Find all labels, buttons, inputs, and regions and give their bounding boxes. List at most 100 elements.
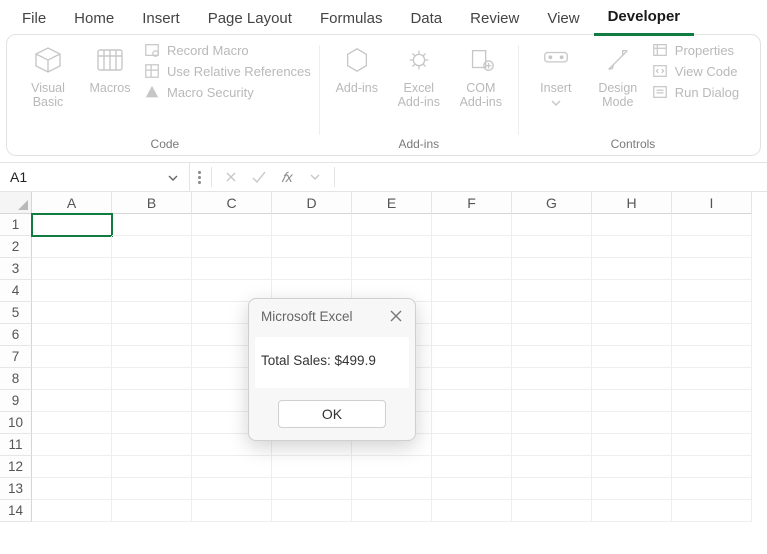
cell[interactable] bbox=[32, 280, 112, 302]
cell[interactable] bbox=[32, 258, 112, 280]
com-addins-button[interactable]: COM Add-ins bbox=[452, 39, 510, 109]
cell[interactable] bbox=[272, 412, 352, 434]
cell[interactable] bbox=[112, 302, 192, 324]
cell[interactable] bbox=[32, 434, 112, 456]
cell[interactable] bbox=[352, 412, 432, 434]
cell[interactable] bbox=[352, 478, 432, 500]
cell[interactable] bbox=[512, 214, 592, 236]
cell[interactable] bbox=[432, 368, 512, 390]
cell[interactable] bbox=[672, 258, 752, 280]
cell[interactable] bbox=[512, 324, 592, 346]
column-header[interactable]: E bbox=[352, 192, 432, 214]
cell[interactable] bbox=[112, 500, 192, 522]
row-header[interactable]: 10 bbox=[0, 412, 32, 434]
cell[interactable] bbox=[32, 324, 112, 346]
cell[interactable] bbox=[32, 214, 112, 236]
cell[interactable] bbox=[32, 390, 112, 412]
row-header[interactable]: 12 bbox=[0, 456, 32, 478]
enter-formula-button[interactable] bbox=[250, 170, 268, 184]
cell[interactable] bbox=[432, 302, 512, 324]
cell[interactable] bbox=[592, 258, 672, 280]
cell[interactable] bbox=[432, 456, 512, 478]
cell[interactable] bbox=[672, 368, 752, 390]
cell[interactable] bbox=[112, 434, 192, 456]
fx-button[interactable]: 𝑓x bbox=[278, 169, 296, 186]
cell[interactable] bbox=[672, 302, 752, 324]
cell[interactable] bbox=[272, 478, 352, 500]
cancel-formula-button[interactable] bbox=[222, 170, 240, 184]
cell[interactable] bbox=[352, 368, 432, 390]
cell[interactable] bbox=[592, 324, 672, 346]
cell[interactable] bbox=[512, 478, 592, 500]
cell[interactable] bbox=[272, 324, 352, 346]
tab-home[interactable]: Home bbox=[60, 4, 128, 35]
cell[interactable] bbox=[432, 346, 512, 368]
cell[interactable] bbox=[672, 478, 752, 500]
cell[interactable] bbox=[32, 478, 112, 500]
cell[interactable] bbox=[112, 478, 192, 500]
cell[interactable] bbox=[592, 500, 672, 522]
cell[interactable] bbox=[672, 214, 752, 236]
cell[interactable] bbox=[672, 412, 752, 434]
cell[interactable] bbox=[32, 236, 112, 258]
tab-insert[interactable]: Insert bbox=[128, 4, 194, 35]
cell[interactable] bbox=[432, 236, 512, 258]
cell[interactable] bbox=[112, 390, 192, 412]
tab-formulas[interactable]: Formulas bbox=[306, 4, 397, 35]
view-code-button[interactable]: View Code bbox=[651, 62, 739, 80]
cell[interactable] bbox=[112, 456, 192, 478]
tab-review[interactable]: Review bbox=[456, 4, 533, 35]
addins-button[interactable]: Add-ins bbox=[328, 39, 386, 95]
cell[interactable] bbox=[112, 280, 192, 302]
tab-developer[interactable]: Developer bbox=[594, 2, 695, 36]
cell[interactable] bbox=[592, 412, 672, 434]
cell[interactable] bbox=[592, 346, 672, 368]
worksheet-grid[interactable]: ABCDEFGHI 1234567891011121314 bbox=[0, 192, 767, 552]
row-header[interactable]: 7 bbox=[0, 346, 32, 368]
tab-file[interactable]: File bbox=[8, 4, 60, 35]
cell[interactable] bbox=[352, 434, 432, 456]
cell[interactable] bbox=[512, 434, 592, 456]
cell[interactable] bbox=[112, 368, 192, 390]
cell[interactable] bbox=[512, 236, 592, 258]
cell[interactable] bbox=[592, 302, 672, 324]
cell[interactable] bbox=[192, 434, 272, 456]
formula-input[interactable] bbox=[343, 163, 767, 191]
cell[interactable] bbox=[512, 456, 592, 478]
cell[interactable] bbox=[272, 214, 352, 236]
cell[interactable] bbox=[672, 236, 752, 258]
insert-control-button[interactable]: Insert bbox=[527, 39, 585, 109]
cell[interactable] bbox=[112, 258, 192, 280]
cell[interactable] bbox=[272, 346, 352, 368]
cell[interactable] bbox=[592, 368, 672, 390]
cell[interactable] bbox=[352, 346, 432, 368]
cell[interactable] bbox=[272, 368, 352, 390]
cell[interactable] bbox=[112, 324, 192, 346]
cell[interactable] bbox=[192, 258, 272, 280]
cell[interactable] bbox=[352, 236, 432, 258]
cell[interactable] bbox=[352, 302, 432, 324]
column-header[interactable]: A bbox=[32, 192, 112, 214]
cell[interactable] bbox=[192, 390, 272, 412]
row-header[interactable]: 2 bbox=[0, 236, 32, 258]
cell[interactable] bbox=[352, 214, 432, 236]
column-header[interactable]: H bbox=[592, 192, 672, 214]
cell[interactable] bbox=[272, 390, 352, 412]
macro-security-button[interactable]: Macro Security bbox=[143, 83, 311, 101]
cell[interactable] bbox=[272, 280, 352, 302]
cell[interactable] bbox=[432, 390, 512, 412]
cell[interactable] bbox=[592, 456, 672, 478]
cell[interactable] bbox=[672, 280, 752, 302]
properties-button[interactable]: Properties bbox=[651, 41, 739, 59]
cell[interactable] bbox=[432, 214, 512, 236]
column-header[interactable]: D bbox=[272, 192, 352, 214]
name-box[interactable]: A1 bbox=[0, 163, 190, 191]
cell[interactable] bbox=[512, 258, 592, 280]
cell[interactable] bbox=[112, 346, 192, 368]
macros-button[interactable]: Macros bbox=[81, 39, 139, 95]
cell[interactable] bbox=[432, 324, 512, 346]
run-dialog-button[interactable]: Run Dialog bbox=[651, 83, 739, 101]
cell[interactable] bbox=[592, 478, 672, 500]
cell[interactable] bbox=[512, 368, 592, 390]
record-macro-button[interactable]: Record Macro bbox=[143, 41, 311, 59]
